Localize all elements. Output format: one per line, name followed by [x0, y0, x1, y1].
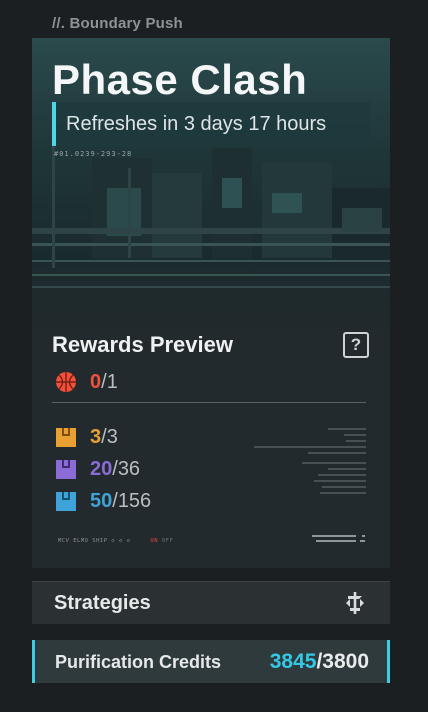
ship-status-footer: MCV ELMO SHIP ◇ ◇ ◇ ON OFF: [58, 538, 174, 544]
reward-count: 0/1: [90, 370, 118, 393]
reward-count: 50/156: [90, 489, 152, 512]
strategies-button[interactable]: Strategies: [32, 581, 390, 624]
decorative-fine-print: [254, 428, 366, 494]
help-button[interactable]: ?: [343, 332, 369, 358]
strategy-icon: [346, 592, 364, 614]
blue-box-icon: [56, 492, 76, 511]
reward-item-orange-box: 3/3: [54, 424, 118, 450]
reward-count: 3/3: [90, 425, 118, 448]
purple-box-icon: [56, 460, 76, 479]
event-title: Phase Clash: [52, 56, 308, 103]
event-banner: Phase Clash Refreshes in 3 days 17 hours…: [32, 38, 390, 328]
breadcrumb: //. Boundary Push: [52, 15, 183, 32]
serial-code: #01.0239-293-28: [54, 150, 133, 158]
reward-item-blue-box: 50/156: [54, 488, 151, 514]
credits-label: Purification Credits: [55, 652, 222, 672]
strategies-label: Strategies: [54, 592, 151, 614]
reward-count: 20/36: [90, 457, 141, 480]
divider: [52, 402, 366, 403]
orange-box-icon: [56, 428, 76, 447]
refresh-timer-text: Refreshes in 3 days 17 hours: [66, 113, 327, 135]
event-card[interactable]: Phase Clash Refreshes in 3 days 17 hours…: [32, 38, 390, 568]
refresh-timer-box: Refreshes in 3 days 17 hours: [52, 102, 370, 146]
basketball-icon: [56, 372, 76, 392]
reward-item-basketball: 0/1: [54, 369, 118, 395]
purification-credits-bar[interactable]: Purification Credits 3845/3800: [32, 640, 390, 683]
reward-item-purple-box: 20/36: [54, 456, 140, 482]
decorative-code-block: [312, 535, 365, 542]
rewards-preview-title: Rewards Preview: [52, 332, 233, 357]
credits-value: 3845/3800: [269, 650, 369, 673]
